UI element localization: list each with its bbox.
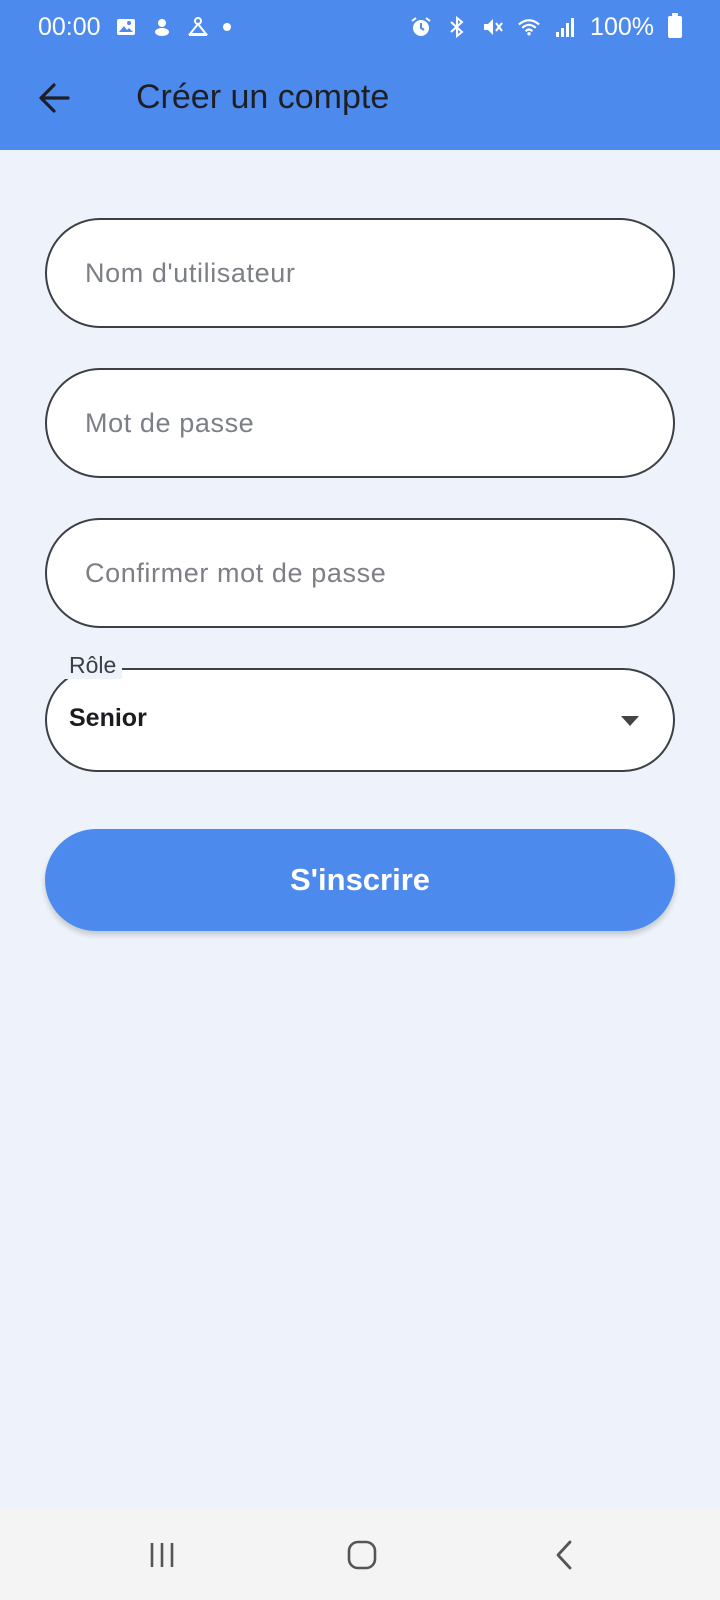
app-notification-icon (151, 16, 173, 38)
system-nav-bar (0, 1508, 720, 1600)
back-icon (556, 1540, 572, 1570)
battery-icon (668, 13, 682, 38)
app-bar: 00:00 100% Créer un compte (0, 0, 720, 150)
toolbar: Créer un compte (0, 54, 720, 150)
status-bar-left: 00:00 (38, 13, 231, 42)
nav-back-button[interactable] (534, 1530, 594, 1580)
confirm-password-field[interactable] (45, 518, 675, 628)
bluetooth-icon (446, 16, 468, 38)
home-icon (347, 1540, 377, 1570)
dropdown-arrow-icon (621, 716, 639, 726)
role-label: Rôle (63, 652, 123, 679)
recent-apps-icon (150, 1543, 174, 1567)
dot-icon (222, 23, 231, 31)
role-value: Senior (69, 704, 147, 732)
recent-apps-button[interactable] (132, 1530, 192, 1580)
mute-icon (482, 16, 504, 38)
home-button[interactable] (332, 1530, 392, 1580)
battery-percent: 100% (590, 12, 654, 41)
password-field[interactable] (45, 368, 675, 478)
status-time: 00:00 (38, 12, 101, 41)
signal-icon (554, 16, 576, 38)
back-button[interactable] (30, 74, 78, 122)
status-bar: 00:00 100% (0, 0, 720, 54)
username-field[interactable] (45, 218, 675, 328)
status-bar-right: 100% (410, 13, 682, 42)
signup-button[interactable]: S'inscrire (45, 829, 675, 931)
image-icon (115, 16, 137, 38)
role-select[interactable]: Rôle Senior (45, 652, 675, 772)
page-title: Créer un compte (136, 78, 390, 116)
alarm-icon (410, 16, 432, 38)
arrow-left-icon (39, 83, 70, 113)
app-notification-icon (187, 16, 209, 38)
wifi-icon (518, 16, 540, 38)
